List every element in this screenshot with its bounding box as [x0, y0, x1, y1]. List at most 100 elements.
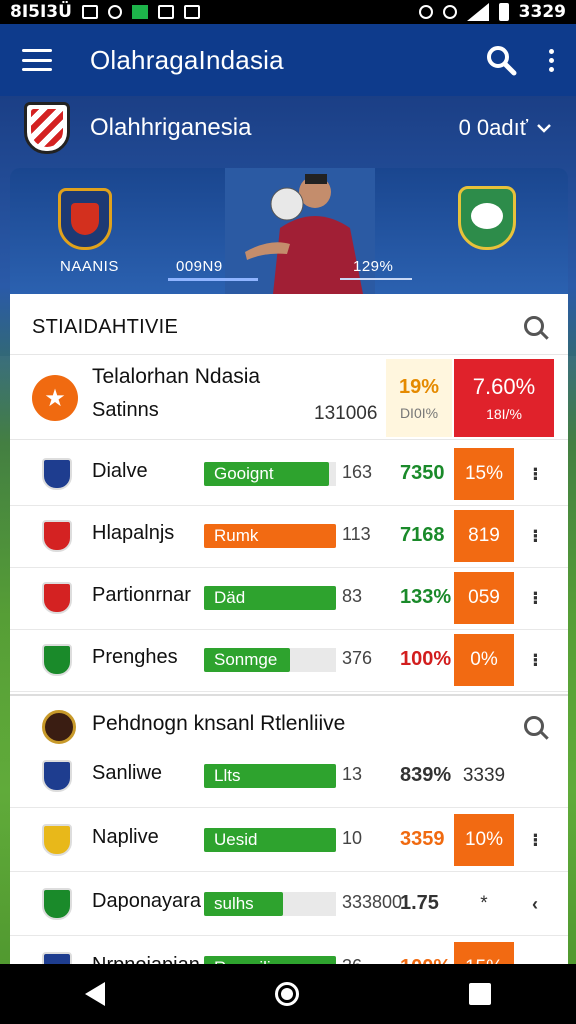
featured-team-name: Telalorhan Ndasia — [92, 365, 261, 388]
hero-mid-label: 009N9 — [176, 258, 223, 275]
progress-bar: Sonmge — [204, 648, 290, 672]
search-icon[interactable] — [524, 316, 544, 336]
row-percent-badge: 0% — [454, 634, 514, 686]
navigation-bar — [0, 964, 576, 1024]
signal-icon — [466, 3, 489, 21]
row-percent-badge: 819 — [454, 510, 514, 562]
team-name: Daponayara — [92, 890, 201, 912]
row-options-icon[interactable]: ‹ — [532, 894, 538, 915]
app-icon — [131, 5, 148, 19]
notification-icon — [157, 5, 174, 19]
progress-bar: Llts — [204, 764, 336, 788]
table-row[interactable]: Daponayara sulhs 333800 1.75 * ‹ — [10, 872, 568, 936]
section2-title: Pehdnogn knsanl Rtlenliive — [92, 712, 346, 735]
row-options-icon[interactable]: ⁝ — [532, 650, 539, 671]
team-name: Naplive — [92, 826, 159, 848]
search-icon[interactable] — [485, 44, 517, 76]
row-value: 839% — [400, 764, 452, 786]
status-time: 3329 — [518, 2, 566, 22]
row-value: 100% — [400, 648, 452, 670]
hero-right-label: 129% — [353, 258, 394, 275]
back-icon[interactable] — [85, 982, 105, 1006]
row-percent-badge: 059 — [454, 572, 514, 624]
featured-red-bottom: 18I/% — [486, 406, 522, 422]
row-number: 83 — [342, 586, 363, 606]
table-row[interactable]: Naplive Uesid 10 3359 10% ⁝ — [10, 808, 568, 872]
row-number: 10 — [342, 828, 363, 848]
row-value: 7350 — [400, 462, 445, 484]
team-name: Dialve — [92, 460, 148, 482]
row-options-icon[interactable]: ⁝ — [532, 830, 539, 851]
row-options-icon[interactable]: ⁝ — [532, 588, 539, 609]
app-bar: OlahragaIndasia — [0, 24, 576, 96]
team-crest-icon — [42, 888, 72, 920]
progress-bar: Däd — [204, 586, 336, 610]
recents-icon[interactable] — [469, 983, 491, 1005]
status-left-text: 8I5I3Ü — [10, 2, 72, 22]
row-number: 376 — [342, 648, 373, 668]
team-name: Prenghes — [92, 646, 178, 668]
app-title: OlahragaIndasia — [90, 44, 284, 75]
team-name: Partionrnar — [92, 584, 191, 606]
featured-team-value: 131006 — [314, 403, 378, 424]
row-number: 13 — [342, 764, 363, 784]
home-icon[interactable] — [275, 982, 299, 1006]
progress-bar: sulhs — [204, 892, 283, 916]
team-crest-icon — [42, 582, 72, 614]
battery-icon — [498, 3, 509, 21]
table-row[interactable]: Partionrnar Däd 83 133% 059 ⁝ — [10, 566, 568, 630]
season-selector[interactable]: 0 0adıť — [459, 115, 552, 141]
star-icon: ★ — [32, 375, 78, 421]
row-value: 3359 — [400, 828, 445, 850]
row-percent-badge: 15% — [454, 448, 514, 500]
hero-right-underline — [340, 278, 412, 280]
section2-crest-icon — [42, 710, 76, 744]
active-tab-indicator — [168, 278, 258, 281]
circle-icon — [107, 5, 122, 19]
featured-yellow-bottom: DI0I% — [399, 404, 439, 421]
table-row[interactable]: Prenghes Sonmge 376 100% 0% ⁝ — [10, 628, 568, 692]
status-bar: 8I5I3Ü 3329 — [0, 0, 576, 24]
image-icon — [81, 5, 98, 19]
table-row[interactable]: Sanliwe Llts 13 839% 3339 — [10, 744, 568, 808]
menu-icon[interactable] — [22, 49, 52, 71]
settings-icon — [442, 5, 457, 19]
team-name: Olahhriganesia — [90, 114, 252, 141]
row-options-icon[interactable]: ⁝ — [532, 526, 539, 547]
chevron-down-icon — [537, 124, 551, 133]
table-row[interactable]: Dialve Gooignt 163 7350 15% ⁝ — [10, 442, 568, 506]
row-number: 333800 — [342, 892, 403, 912]
team-name: Sanliwe — [92, 762, 163, 784]
featured-yellow-top: 19% — [398, 375, 440, 398]
featured-team-sub: Satinns — [92, 399, 159, 421]
table-row[interactable]: Hlapalnjs Rumk 113 7168 819 ⁝ — [10, 504, 568, 568]
search-icon[interactable] — [524, 716, 544, 736]
row-value: 7168 — [400, 524, 445, 546]
row-value: 133% — [400, 586, 452, 608]
section2-panel: Pehdnogn knsanl Rtlenliive Sanliwe Llts 13… — [10, 694, 568, 1000]
standings-title: STIAIDAHTIVIE — [32, 316, 179, 338]
photo-icon — [183, 5, 200, 19]
match-hero-card[interactable]: NAANIS 009N9 129% — [10, 168, 568, 294]
featured-team-row[interactable]: ★ Telalorhan Ndasia Satinns 131006 19% D… — [10, 354, 568, 440]
away-team-badge-icon — [458, 186, 516, 250]
alarm-icon — [418, 5, 433, 19]
team-crest-icon — [42, 824, 72, 856]
row-number: 163 — [342, 462, 373, 482]
home-team-badge-icon — [58, 188, 112, 250]
row-value: 1.75 — [400, 892, 439, 914]
team-name: Hlapalnjs — [92, 522, 175, 544]
row-percent-badge: 3339 — [462, 765, 506, 786]
row-options-icon[interactable]: ⁝ — [532, 464, 539, 485]
featured-red-top: 7.60% — [472, 374, 536, 399]
row-percent-badge: 10% — [454, 814, 514, 866]
team-crest-icon — [24, 102, 70, 154]
more-options-icon[interactable] — [549, 48, 554, 72]
team-crest-icon — [42, 644, 72, 676]
season-selector-label: 0 0adıť — [458, 115, 528, 140]
home-team-label: NAANIS — [60, 258, 119, 275]
featured-red-stat: 7.60% 18I/% — [454, 359, 554, 437]
team-crest-icon — [42, 458, 72, 490]
progress-bar: Uesid — [204, 828, 336, 852]
team-crest-icon — [42, 520, 72, 552]
